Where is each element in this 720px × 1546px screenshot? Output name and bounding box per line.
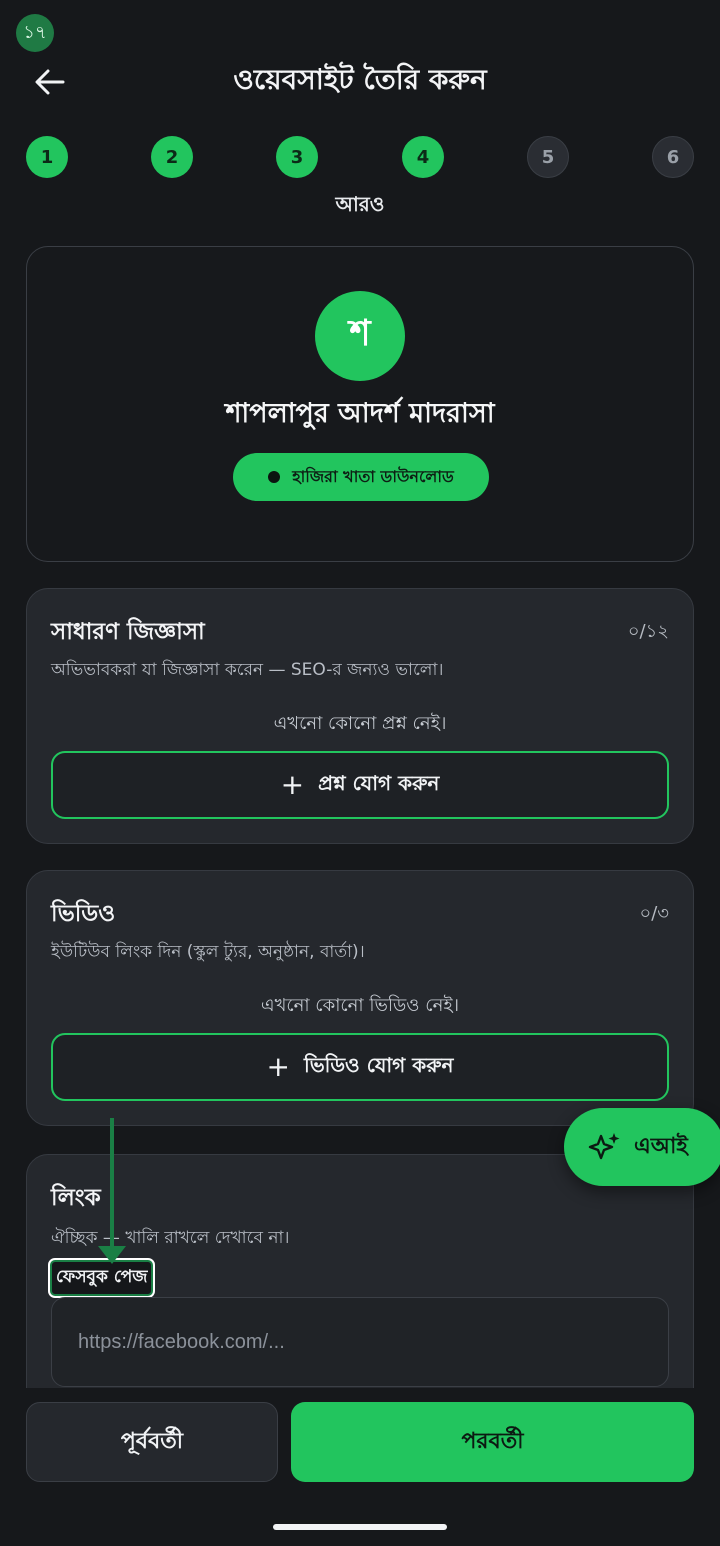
next-button[interactable]: পরবর্তী (291, 1402, 694, 1482)
add-video-button[interactable]: + ভিডিও যোগ করুন (51, 1033, 669, 1101)
page-title: ওয়েবসাইট তৈরি করুন (233, 63, 487, 96)
faq-section: সাধারণ জিজ্ঞাসা ০/১২ অভিভাবকরা যা জিজ্ঞা… (26, 588, 694, 844)
notification-count-badge: ১৭ (16, 14, 54, 52)
step-4[interactable]: 4 (402, 136, 444, 178)
plus-icon: + (280, 768, 305, 801)
step-5[interactable]: 5 (527, 136, 569, 178)
video-description: ইউটিউব লিংক দিন (স্কুল ট্যুর, অনুষ্ঠান, … (51, 942, 365, 962)
links-description: ঐচ্ছিক — খালি রাখলে দেখাবে না। (51, 1228, 290, 1248)
step-2[interactable]: 2 (151, 136, 193, 178)
stepper: 1 2 3 4 5 6 (26, 136, 694, 178)
plus-icon: + (266, 1050, 290, 1083)
links-section: লিংক ঐচ্ছিক — খালি রাখলে দেখাবে না। ফেসব… (26, 1154, 694, 1414)
dot-icon (268, 471, 281, 483)
ai-assistant-label: এআই (634, 1133, 688, 1159)
faq-empty-text: এখনো কোনো প্রশ্ন নেই। (273, 713, 447, 734)
step-caption: আরও (335, 192, 385, 216)
attendance-download-label: হাজিরা খাতা ডাউনলোড (292, 466, 454, 486)
video-title: ভিডিও (51, 901, 116, 927)
sparkles-icon (588, 1133, 620, 1160)
facebook-url-input[interactable] (51, 1297, 669, 1387)
school-avatar: শ (315, 291, 405, 381)
ai-assistant-button[interactable]: এআই (564, 1108, 720, 1186)
faq-description: অভিভাবকরা যা জিজ্ঞাসা করেন — SEO-র জন্যও… (51, 660, 444, 680)
annotation-arrow-line (110, 1118, 114, 1248)
step-1[interactable]: 1 (26, 136, 68, 178)
add-question-label: প্রশ্ন যোগ করুন (318, 770, 440, 795)
faq-title: সাধারণ জিজ্ঞাসা (51, 619, 205, 645)
bottom-navigation-bar: পূর্ববর্তী পরবর্তী (0, 1388, 720, 1546)
video-empty-text: এখনো কোনো ভিডিও নেই। (260, 995, 460, 1016)
links-title: লিংক (51, 1185, 101, 1211)
video-count: ০/৩ (639, 903, 669, 924)
previous-button[interactable]: পূর্ববর্তী (26, 1402, 278, 1482)
school-profile-card: শ শাপলাপুর আদর্শ মাদরাসা হাজিরা খাতা ডাউ… (26, 246, 694, 562)
attendance-download-button[interactable]: হাজিরা খাতা ডাউনলোড (233, 453, 489, 501)
step-6[interactable]: 6 (652, 136, 694, 178)
facebook-page-label: ফেসবুক পেজ (47, 1258, 156, 1298)
add-video-label: ভিডিও যোগ করুন (303, 1052, 454, 1077)
school-name: শাপলাপুর আদর্শ মাদরাসা (225, 398, 495, 429)
video-section: ভিডিও ০/৩ ইউটিউব লিংক দিন (স্কুল ট্যুর, … (26, 870, 694, 1126)
annotation-arrow-head (98, 1246, 126, 1264)
add-question-button[interactable]: + প্রশ্ন যোগ করুন (51, 751, 669, 819)
step-3[interactable]: 3 (276, 136, 318, 178)
faq-count: ০/১২ (627, 621, 669, 642)
home-indicator[interactable] (273, 1524, 447, 1530)
